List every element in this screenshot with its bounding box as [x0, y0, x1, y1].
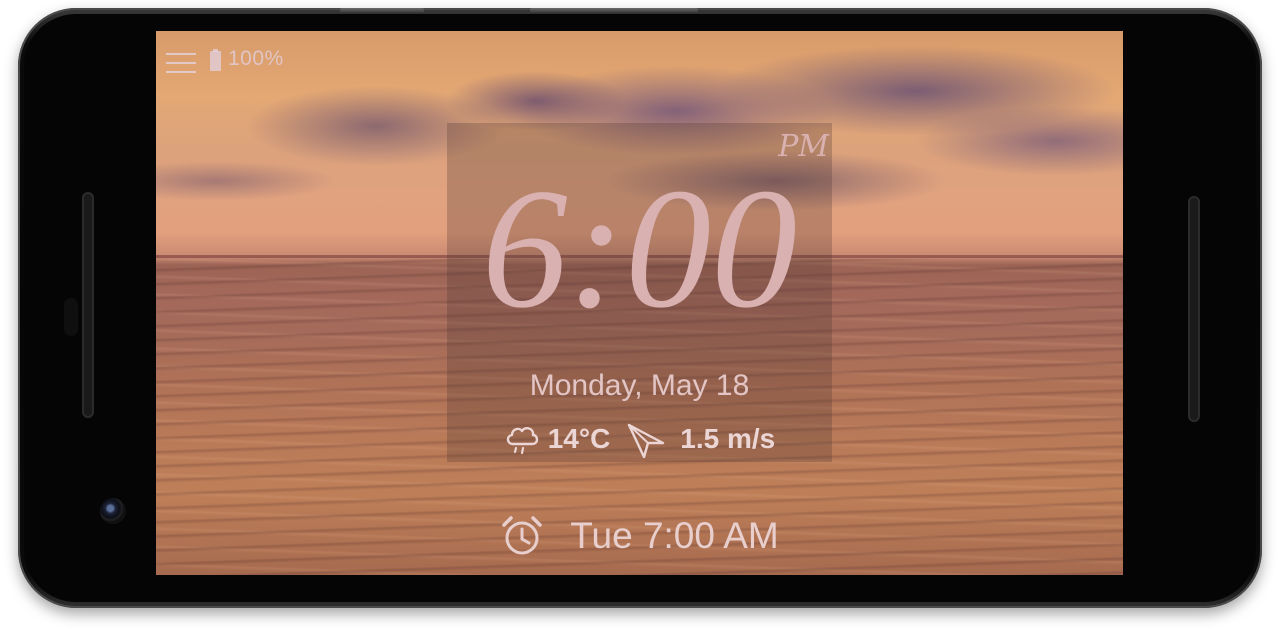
- proximity-sensor: [64, 298, 78, 336]
- right-speaker-grille: [1188, 196, 1200, 422]
- clock-date: Monday, May 18: [529, 369, 750, 402]
- temperature: 14°C: [547, 423, 611, 454]
- alarm-clock-icon: [502, 516, 543, 555]
- left-speaker-grille: [82, 192, 94, 418]
- clock-panel: PM 6:00 Monday, May 18 14°C 1.5 m/s: [447, 123, 832, 462]
- battery-level: 100%: [228, 47, 284, 70]
- screen[interactable]: 100% PM 6:00 Monday, May 18 14°C 1.5 m/s: [156, 31, 1123, 575]
- hamburger-menu-icon[interactable]: [166, 53, 196, 75]
- front-camera: [100, 498, 126, 524]
- battery-icon: [210, 49, 221, 71]
- wind-direction-arrow-icon: [628, 423, 665, 459]
- next-alarm-label: Tue 7:00 AM: [570, 515, 779, 556]
- next-alarm[interactable]: Tue 7:00 AM: [156, 511, 1123, 561]
- status-bar: 100%: [156, 31, 1123, 73]
- weather-row: 14°C 1.5 m/s: [447, 419, 832, 459]
- clock-time: 6:00: [481, 154, 798, 344]
- cloud-rain-icon: [506, 427, 538, 455]
- wind-speed: 1.5 m/s: [680, 423, 776, 454]
